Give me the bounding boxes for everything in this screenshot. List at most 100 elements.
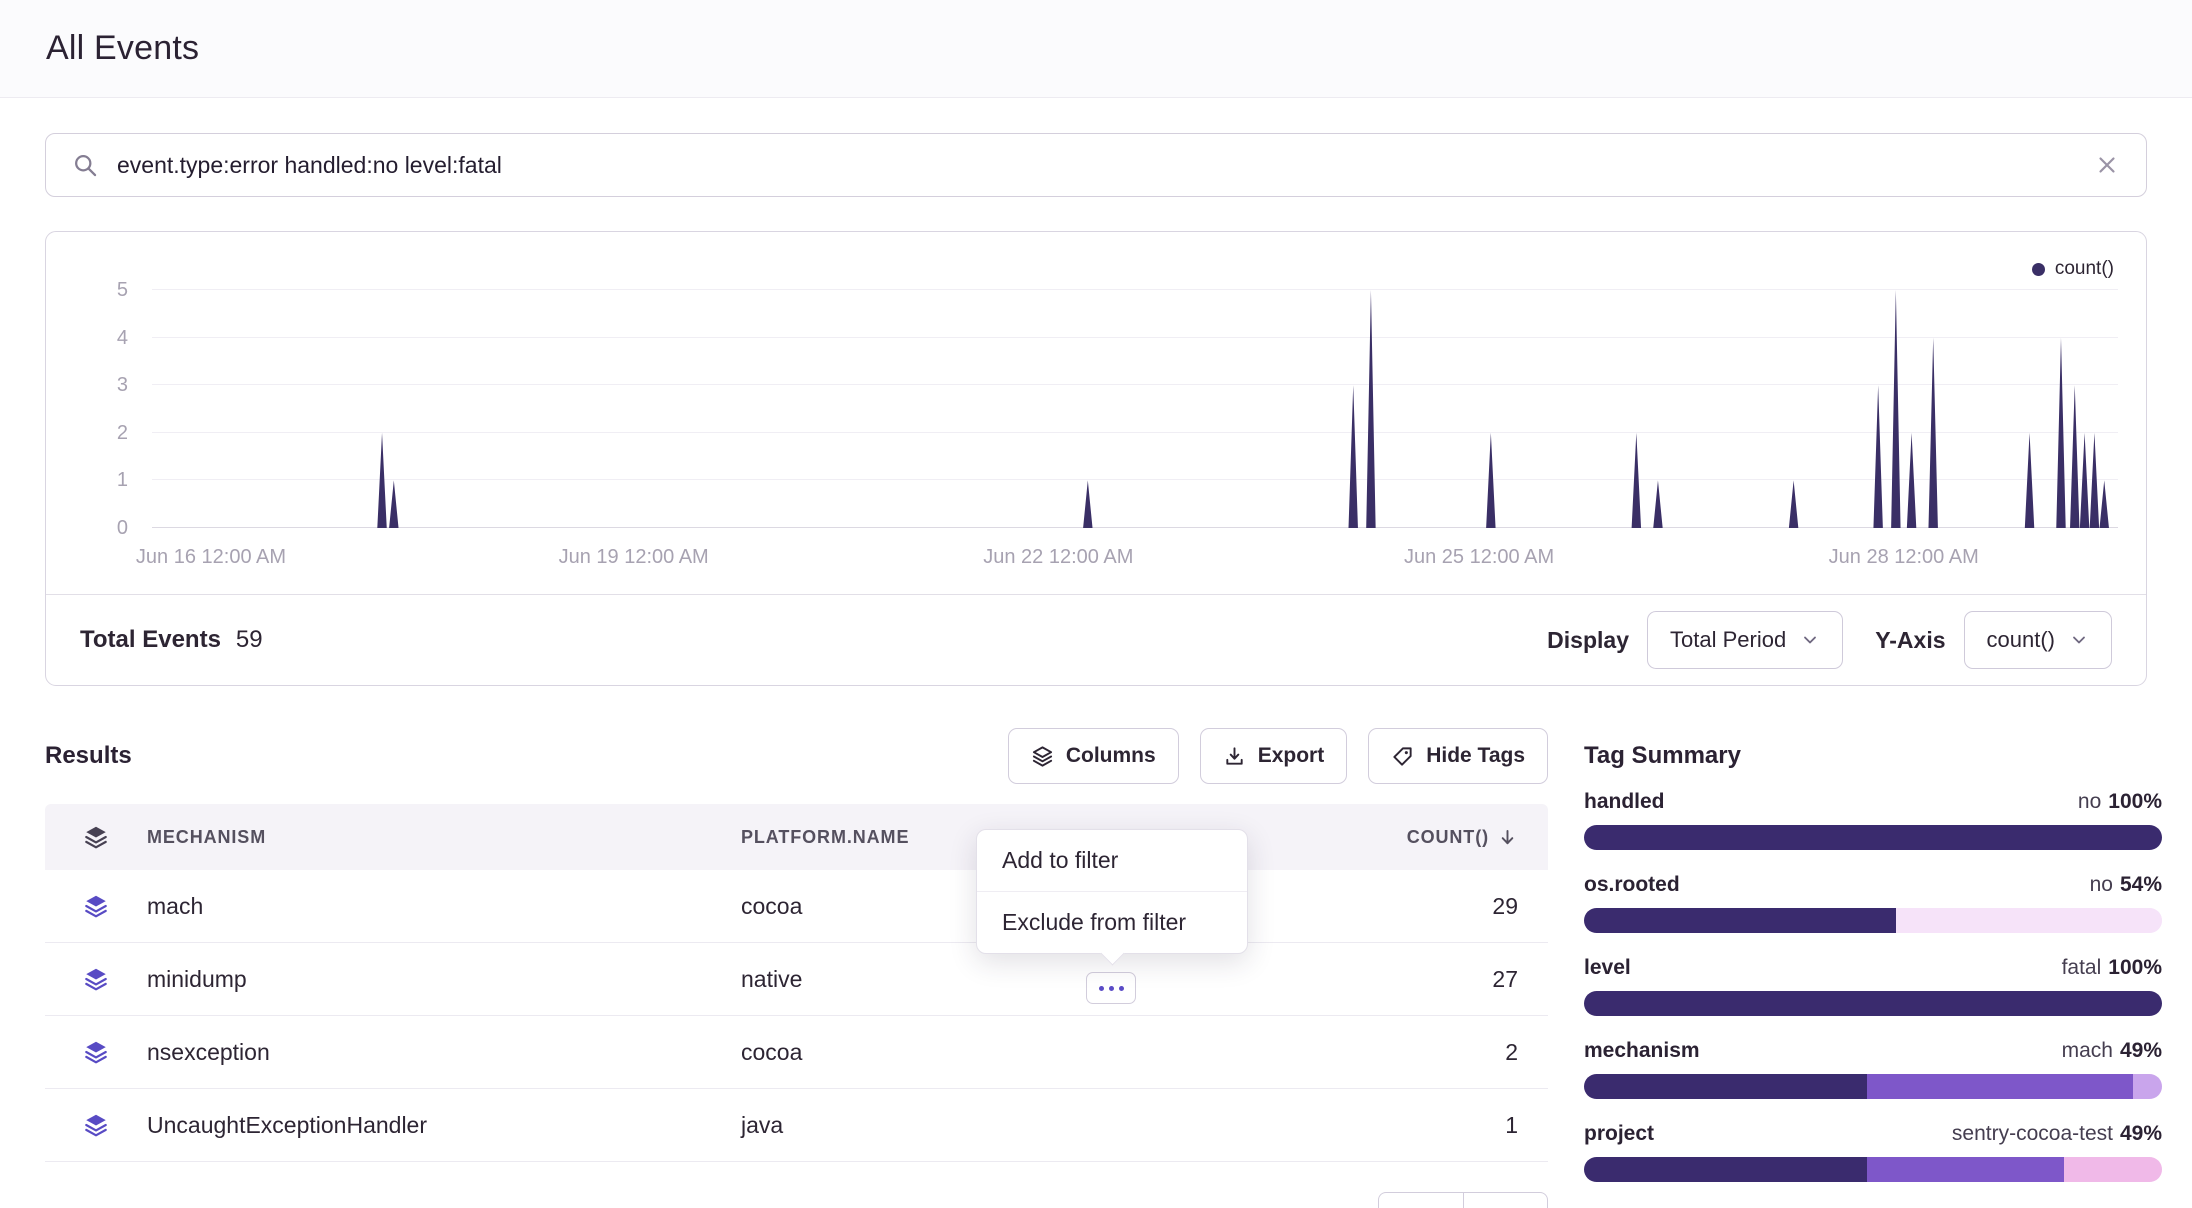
tag-bar-segment xyxy=(2064,1157,2162,1182)
display-select[interactable]: Total Period xyxy=(1647,611,1843,669)
display-select-value: Total Period xyxy=(1670,627,1786,653)
x-axis-tick-label: Jun 16 12:00 AM xyxy=(136,546,286,569)
tag-bar-segment xyxy=(1584,991,2162,1016)
tag-bar[interactable] xyxy=(1584,1074,2162,1099)
tag-name: mechanism xyxy=(1584,1039,1700,1063)
count-header-label: COUNT() xyxy=(1407,827,1489,848)
stack-icon xyxy=(1031,745,1054,768)
tag-summary-heading: Tag Summary xyxy=(1584,728,2162,784)
tag-bar[interactable] xyxy=(1584,825,2162,850)
tag-bar[interactable] xyxy=(1584,1157,2162,1182)
yaxis-select-value: count() xyxy=(1987,627,2055,653)
tag-value: mach49% xyxy=(2062,1039,2162,1063)
table-body: machcocoa29minidumpnative27nsexceptionco… xyxy=(45,870,1548,1162)
export-button[interactable]: Export xyxy=(1200,728,1348,784)
stack-icon xyxy=(45,824,147,850)
column-header-count[interactable]: COUNT() xyxy=(1248,827,1548,848)
legend-dot-icon xyxy=(2032,263,2045,276)
tag-bar-segment xyxy=(1867,1157,2064,1182)
tag-bar-segment xyxy=(1896,908,2162,933)
sort-desc-icon xyxy=(1497,827,1518,848)
layers-icon xyxy=(45,966,147,992)
mechanism-cell[interactable]: UncaughtExceptionHandler xyxy=(147,1112,741,1139)
x-axis-tick-label: Jun 28 12:00 AM xyxy=(1829,546,1979,569)
pagination-prev-button[interactable] xyxy=(1378,1192,1463,1208)
chart-series xyxy=(152,290,2118,528)
page-title: All Events xyxy=(46,29,199,68)
table-row[interactable]: nsexceptioncocoa2 xyxy=(45,1016,1548,1089)
count-cell: 29 xyxy=(1248,893,1548,920)
layers-icon xyxy=(45,893,147,919)
dot-icon xyxy=(1119,986,1124,991)
mechanism-cell[interactable]: minidump xyxy=(147,966,741,993)
mechanism-cell[interactable]: mach xyxy=(147,893,741,920)
yaxis-select[interactable]: count() xyxy=(1964,611,2112,669)
y-axis-tick-label: 1 xyxy=(117,470,128,490)
count-cell: 27 xyxy=(1248,966,1548,993)
clear-search-icon[interactable] xyxy=(2094,152,2120,178)
tag-entries: handledno100%os.rootedno54%levelfatal100… xyxy=(1584,790,2162,1182)
columns-button[interactable]: Columns xyxy=(1008,728,1179,784)
count-cell: 2 xyxy=(1248,1039,1548,1066)
total-events-label: Total Events xyxy=(80,626,221,654)
y-axis-tick-label: 2 xyxy=(117,423,128,443)
context-menu-item[interactable]: Exclude from filter xyxy=(977,891,1247,953)
chevron-down-icon xyxy=(2069,630,2089,650)
chart-legend[interactable]: count() xyxy=(2032,258,2114,280)
download-icon xyxy=(1223,745,1246,768)
search-box[interactable] xyxy=(45,133,2147,197)
platform-cell[interactable]: java xyxy=(741,1112,1248,1139)
legend-label: count() xyxy=(2055,258,2114,280)
y-axis-tick-label: 3 xyxy=(117,375,128,395)
yaxis-label: Y-Axis xyxy=(1875,627,1945,654)
pagination xyxy=(1378,1192,1548,1208)
search-input[interactable] xyxy=(117,152,2076,179)
results-heading: Results xyxy=(45,742,132,770)
x-axis-tick-label: Jun 22 12:00 AM xyxy=(983,546,1133,569)
x-axis-tick-label: Jun 25 12:00 AM xyxy=(1404,546,1554,569)
tag-bar-segment xyxy=(2133,1074,2162,1099)
context-menu-item[interactable]: Add to filter xyxy=(977,830,1247,891)
display-label: Display xyxy=(1547,627,1629,654)
events-chart-panel: count() 012345Jun 16 12:00 AMJun 19 12:0… xyxy=(45,231,2147,686)
count-cell: 1 xyxy=(1248,1112,1548,1139)
export-button-label: Export xyxy=(1258,744,1325,768)
pagination-next-button[interactable] xyxy=(1463,1192,1548,1208)
platform-cell[interactable]: cocoa xyxy=(741,1039,1248,1066)
column-header-mechanism[interactable]: MECHANISM xyxy=(147,827,741,848)
tag-bar[interactable] xyxy=(1584,908,2162,933)
platform-cell[interactable]: native xyxy=(741,966,1248,993)
dot-icon xyxy=(1109,986,1114,991)
tag-bar-segment xyxy=(1584,1074,1867,1099)
tag-bar-segment xyxy=(1584,1157,1867,1182)
search-row xyxy=(45,133,2147,197)
y-axis-tick-label: 0 xyxy=(117,518,128,538)
tag-entry: handledno100% xyxy=(1584,790,2162,850)
hide-tags-button[interactable]: Hide Tags xyxy=(1368,728,1548,784)
tag-value: no54% xyxy=(2090,873,2162,897)
table-row[interactable]: minidumpnative27 xyxy=(45,943,1548,1016)
y-axis-tick-label: 4 xyxy=(117,328,128,348)
table-row[interactable]: machcocoa29 xyxy=(45,870,1548,943)
tag-value: sentry-cocoa-test49% xyxy=(1952,1122,2162,1146)
chart-plot: 012345Jun 16 12:00 AMJun 19 12:00 AMJun … xyxy=(152,290,2118,528)
page-header: All Events xyxy=(0,0,2192,98)
mechanism-cell[interactable]: nsexception xyxy=(147,1039,741,1066)
tag-icon xyxy=(1391,745,1414,768)
layers-icon xyxy=(45,1112,147,1138)
results-table: MECHANISM PLATFORM.NAME COUNT() machcoco… xyxy=(45,804,1548,1162)
total-events-value: 59 xyxy=(236,626,263,654)
tag-value: no100% xyxy=(2078,790,2162,814)
tag-name: project xyxy=(1584,1122,1654,1146)
layers-icon xyxy=(45,1039,147,1065)
chart-area: count() 012345Jun 16 12:00 AMJun 19 12:0… xyxy=(46,232,2146,594)
tag-bar-segment xyxy=(1584,825,2162,850)
results-main: Results Columns Export xyxy=(45,728,1548,1162)
hide-tags-button-label: Hide Tags xyxy=(1426,744,1525,768)
y-axis-tick-label: 5 xyxy=(117,280,128,300)
tag-bar-segment xyxy=(1584,908,1896,933)
table-row[interactable]: UncaughtExceptionHandlerjava1 xyxy=(45,1089,1548,1162)
x-axis-tick-label: Jun 19 12:00 AM xyxy=(559,546,709,569)
tag-bar[interactable] xyxy=(1584,991,2162,1016)
row-actions-button[interactable] xyxy=(1086,972,1136,1004)
